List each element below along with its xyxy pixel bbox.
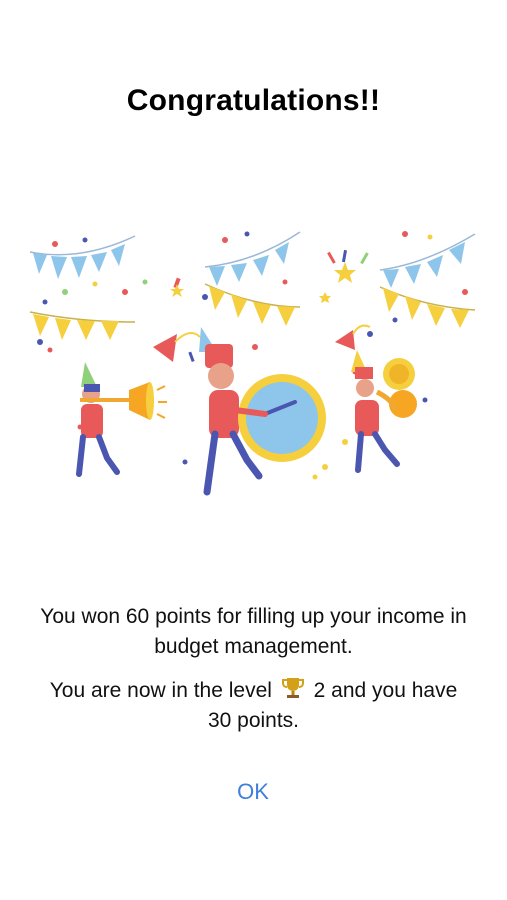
ok-button[interactable]: OK bbox=[203, 774, 303, 810]
tuba-player bbox=[351, 350, 417, 473]
celebration-parade-illustration bbox=[29, 231, 476, 496]
trumpet-player bbox=[76, 362, 167, 477]
level-value: 2 bbox=[313, 679, 326, 702]
bunting-flags bbox=[29, 231, 476, 340]
dialog-title: Congratulations!! bbox=[126, 84, 381, 117]
reward-message: You won 60 points for filling up your in… bbox=[40, 605, 467, 658]
level-status: You are now in the level 2 and you have … bbox=[18, 676, 489, 736]
level-middle: and you have bbox=[331, 679, 458, 702]
drummer bbox=[199, 327, 326, 496]
level-prefix: You are now in the level bbox=[49, 679, 272, 702]
party-poppers bbox=[153, 324, 371, 362]
trophy-icon bbox=[281, 678, 304, 698]
points-line: 30 points. bbox=[207, 709, 300, 732]
